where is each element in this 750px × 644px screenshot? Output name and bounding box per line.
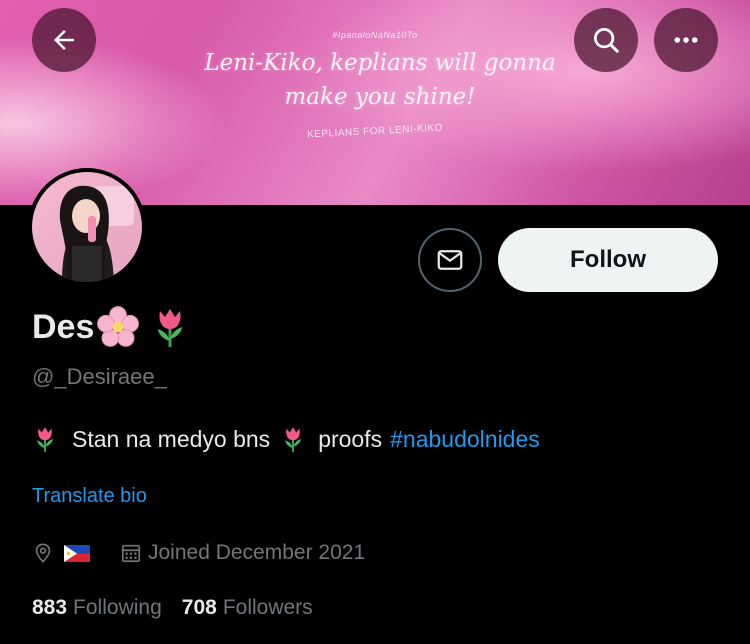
bio-hashtag-link[interactable]: #nabudolnides bbox=[390, 426, 540, 453]
more-horizontal-icon bbox=[674, 37, 698, 43]
banner-quote-line1: Leni-Kiko, keplians will gonna bbox=[204, 50, 556, 76]
banner-quote-line2: make you shine! bbox=[284, 84, 476, 110]
philippines-flag-icon bbox=[64, 544, 90, 562]
follow-stats: 883 Following 708 Followers bbox=[32, 596, 313, 620]
avatar-image bbox=[32, 172, 142, 282]
cherry-blossom-emoji bbox=[97, 306, 140, 347]
user-handle: @_Desiraee_ bbox=[32, 364, 167, 389]
avatar[interactable] bbox=[28, 168, 146, 286]
followers-label: Followers bbox=[222, 596, 313, 619]
following-count: 883 bbox=[32, 596, 68, 619]
location-pin-icon bbox=[35, 543, 51, 563]
back-button[interactable] bbox=[32, 8, 96, 72]
calendar-icon bbox=[121, 544, 141, 563]
display-name-row: Des bbox=[32, 304, 190, 350]
profile-bio: Stan na medyo bns proofs #nabudolnides bbox=[32, 424, 540, 454]
search-button[interactable] bbox=[574, 8, 638, 72]
following-link[interactable]: 883 Following bbox=[32, 596, 162, 620]
profile-meta: Joined December 2021 bbox=[32, 538, 365, 568]
bio-text-2: proofs bbox=[318, 425, 383, 452]
bio-text-1: Stan na medyo bns bbox=[72, 425, 271, 452]
message-button[interactable] bbox=[418, 228, 482, 292]
followers-count: 708 bbox=[181, 596, 217, 619]
more-button[interactable] bbox=[654, 8, 718, 72]
banner-credit: KEPLIANS FOR LENI-KIKO bbox=[306, 122, 444, 141]
search-icon bbox=[594, 28, 619, 53]
followers-link[interactable]: 708 Followers bbox=[182, 596, 313, 620]
follow-button[interactable]: Follow bbox=[498, 228, 718, 292]
tulip-emoji bbox=[285, 427, 301, 452]
following-label: Following bbox=[73, 596, 162, 619]
envelope-icon bbox=[437, 250, 463, 270]
joined-date: Joined December 2021 bbox=[148, 541, 366, 564]
tulip-emoji bbox=[37, 427, 53, 452]
translate-bio-link[interactable]: Translate bio bbox=[32, 485, 147, 508]
banner-quote: Leni-Kiko, keplians will gonna make you … bbox=[180, 46, 580, 114]
arrow-left-icon bbox=[54, 30, 74, 50]
tulip-emoji bbox=[158, 309, 183, 347]
display-name: Des bbox=[32, 307, 95, 346]
